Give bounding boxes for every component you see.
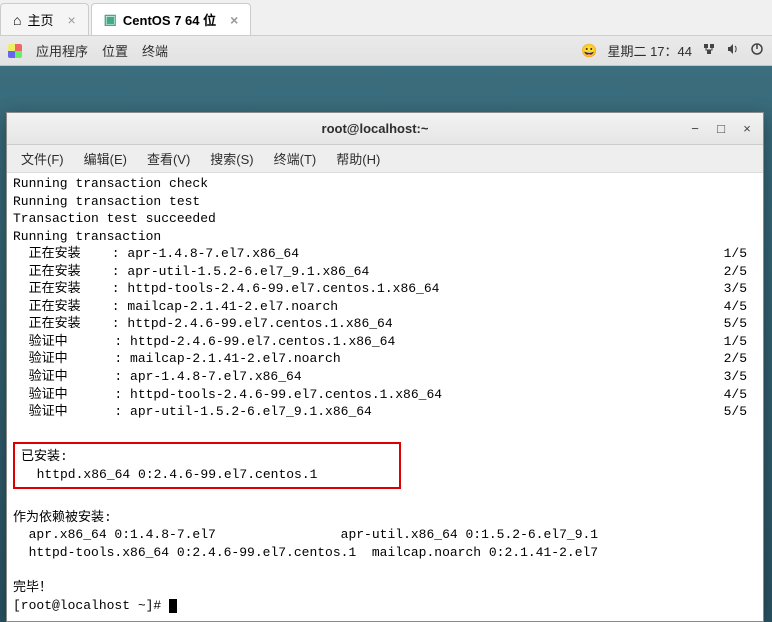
terminal-titlebar[interactable]: root@localhost:~ − □ × [7,113,763,145]
term-line: Transaction test succeeded [13,210,757,228]
menu-edit[interactable]: 编辑(E) [76,145,135,172]
menu-file[interactable]: 文件(F) [13,145,72,172]
verify-row: 验证中 : apr-1.4.8-7.el7.x86_643/5 [13,368,757,386]
close-icon[interactable]: × [230,12,238,28]
prompt-line: [root@localhost ~]# [13,597,757,615]
menu-applications[interactable]: 应用程序 [36,41,88,60]
network-icon[interactable] [702,42,716,59]
verify-row: 验证中 : apr-util-1.5.2-6.el7_9.1.x86_645/5 [13,403,757,421]
minimize-button[interactable]: − [687,121,703,136]
install-row: 正在安装 : apr-util-1.5.2-6.el7_9.1.x86_642/… [13,263,757,281]
installed-package: httpd.x86_64 0:2.4.6-99.el7.centos.1 [21,466,393,484]
deps-header: 作为依赖被安装: [13,509,757,527]
volume-icon[interactable] [726,42,740,59]
menu-places[interactable]: 位置 [102,41,128,60]
menu-terminal[interactable]: 终端(T) [266,145,325,172]
power-icon[interactable] [750,42,764,59]
verify-row: 验证中 : httpd-tools-2.4.6-99.el7.centos.1.… [13,386,757,404]
close-icon[interactable]: × [67,12,75,28]
menu-view[interactable]: 查看(V) [139,145,198,172]
cursor-icon [169,599,177,613]
close-button[interactable]: × [739,121,755,136]
tab-centos[interactable]: ▣ CentOS 7 64 位 × [91,3,252,35]
clock-label[interactable]: 星期二 17：44 [607,41,692,60]
installed-header: 已安装: [21,448,393,466]
term-line: Running transaction [13,228,757,246]
home-icon: ⌂ [13,12,21,28]
vm-icon: ▣ [104,11,117,28]
term-line: Running transaction test [13,193,757,211]
verify-row: 验证中 : httpd-2.4.6-99.el7.centos.1.x86_64… [13,333,757,351]
terminal-title: root@localhost:~ [63,121,687,136]
vm-tab-bar: ⌂ 主页 × ▣ CentOS 7 64 位 × [0,0,772,36]
tab-centos-label: CentOS 7 64 位 [123,10,216,29]
terminal-window: root@localhost:~ − □ × 文件(F) 编辑(E) 查看(V)… [6,112,764,622]
tab-home[interactable]: ⌂ 主页 × [0,3,89,35]
menu-help[interactable]: 帮助(H) [328,145,388,172]
deps-line: httpd-tools.x86_64 0:2.4.6-99.el7.centos… [13,544,757,562]
desktop-area: root@localhost:~ − □ × 文件(F) 编辑(E) 查看(V)… [0,66,772,622]
gnome-top-bar: 应用程序 位置 终端 😀 星期二 17：44 [0,36,772,66]
menu-terminal[interactable]: 终端 [142,41,168,60]
tab-home-label: 主页 [27,10,53,29]
deps-line: apr.x86_64 0:1.4.8-7.el7 apr-util.x86_64… [13,526,757,544]
install-row: 正在安装 : httpd-tools-2.4.6-99.el7.centos.1… [13,280,757,298]
menu-search[interactable]: 搜索(S) [202,145,261,172]
terminal-menubar: 文件(F) 编辑(E) 查看(V) 搜索(S) 终端(T) 帮助(H) [7,145,763,173]
term-line: Running transaction check [13,175,757,193]
activities-icon[interactable] [8,44,22,58]
installed-highlight: 已安装: httpd.x86_64 0:2.4.6-99.el7.centos.… [13,442,401,489]
notification-icon[interactable]: 😀 [581,43,597,59]
install-row: 正在安装 : apr-1.4.8-7.el7.x86_641/5 [13,245,757,263]
done-line: 完毕！ [13,579,757,597]
install-row: 正在安装 : httpd-2.4.6-99.el7.centos.1.x86_6… [13,315,757,333]
install-row: 正在安装 : mailcap-2.1.41-2.el7.noarch4/5 [13,298,757,316]
terminal-output[interactable]: Running transaction checkRunning transac… [7,173,763,621]
verify-row: 验证中 : mailcap-2.1.41-2.el7.noarch2/5 [13,350,757,368]
maximize-button[interactable]: □ [713,121,729,136]
